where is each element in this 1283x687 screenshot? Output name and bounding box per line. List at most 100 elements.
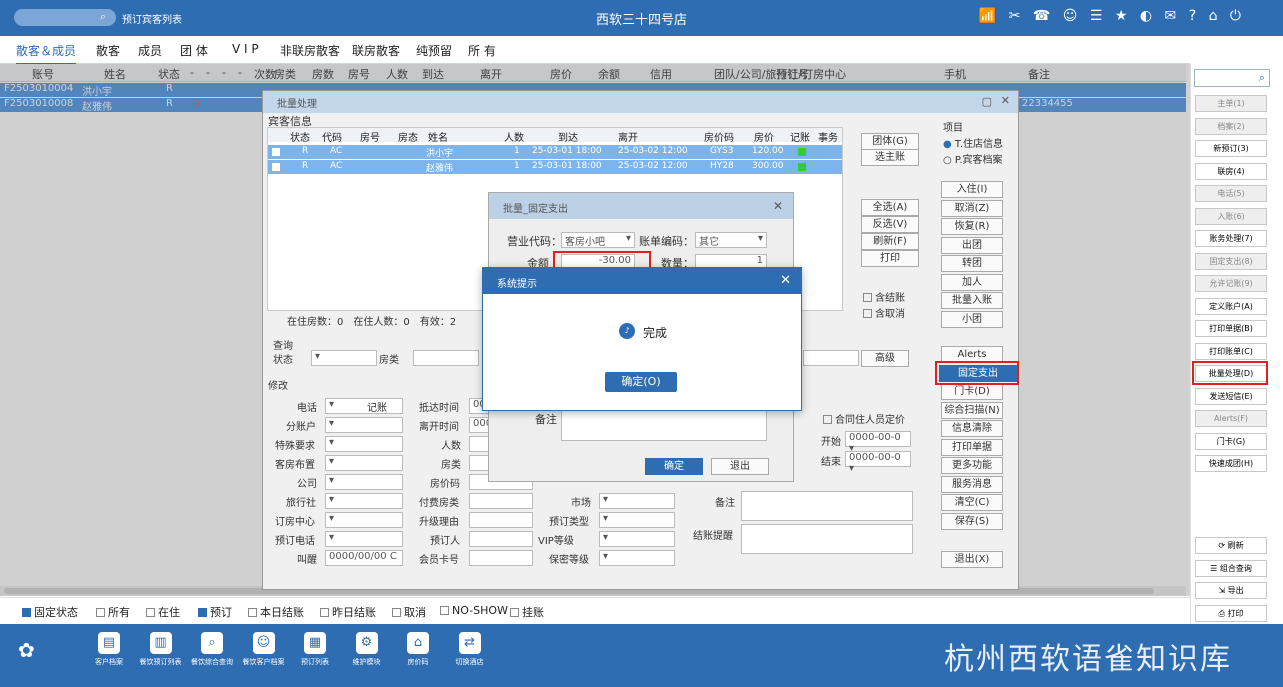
apps-grid-icon[interactable]: ✿ xyxy=(18,638,35,662)
modify-field-b[interactable] xyxy=(469,512,533,528)
modify-field-a[interactable]: ▾ xyxy=(325,531,403,547)
status-filter-7[interactable]: NO-SHOW xyxy=(440,604,508,617)
same-price-check[interactable]: 合同住人员定价 xyxy=(823,411,905,426)
status-filter-4[interactable]: 本日结账 xyxy=(248,604,304,620)
action-button-3[interactable]: 出团 xyxy=(941,236,1003,254)
inner-column-header[interactable]: 房价 xyxy=(754,129,774,144)
status-filter-3[interactable]: 预订 xyxy=(198,604,232,620)
inner-column-header[interactable]: 状态 xyxy=(290,129,310,144)
right-button-10[interactable]: 打印单据(B) xyxy=(1195,320,1267,337)
row-checkbox[interactable] xyxy=(272,163,280,171)
status-filter-5[interactable]: 昨日结账 xyxy=(320,604,376,620)
inner-column-header[interactable]: 人数 xyxy=(504,129,524,144)
status-filter-6[interactable]: 取消 xyxy=(392,604,426,620)
checkbox[interactable] xyxy=(320,608,329,617)
checkbox[interactable] xyxy=(96,608,105,617)
tab-4[interactable]: V I P xyxy=(232,42,259,56)
print-button[interactable]: 打印 xyxy=(861,250,919,267)
right-bottom-button-1[interactable]: ☰ 组合查询 xyxy=(1195,559,1267,577)
right-button-11[interactable]: 打印账单(C) xyxy=(1195,342,1267,360)
inner-column-header[interactable]: 代码 xyxy=(322,129,342,144)
inner-column-header[interactable]: 记账 xyxy=(790,129,810,144)
modify-field-a[interactable]: ▾ xyxy=(325,455,403,471)
inner-column-header[interactable]: 房号 xyxy=(360,129,380,144)
action-button-4[interactable]: 转团 xyxy=(941,255,1003,272)
inner-column-header[interactable]: 到达 xyxy=(558,129,578,144)
right-button-13[interactable]: 发送短信(E) xyxy=(1195,387,1267,405)
action2-button-7[interactable]: 服务消息 xyxy=(941,475,1003,493)
start-date[interactable]: 0000-00-0 ▾ xyxy=(845,431,911,454)
right-button-6[interactable]: 账务处理(7) xyxy=(1195,230,1267,247)
tab-1[interactable]: 散客 xyxy=(96,42,120,59)
action-button-5[interactable]: 加人 xyxy=(941,273,1003,291)
biz-code-select[interactable]: 客房小吧 ▾ xyxy=(561,232,635,248)
modify-field-b[interactable] xyxy=(469,550,533,566)
tab-2[interactable]: 成员 xyxy=(138,42,162,59)
toolbar-icons[interactable]: 📶 ✂ ☎ ☺ ☰ ★ ◐ ✉ ? ⌂ ⏻ xyxy=(979,8,1245,24)
tab-5[interactable]: 非联房散客 xyxy=(280,42,340,59)
action2-button-9[interactable]: 保存(S) xyxy=(941,512,1003,530)
status-filter-0[interactable]: 固定状态 xyxy=(22,604,78,620)
fixed-exit-button[interactable]: 退出 xyxy=(711,458,769,475)
status-filter-8[interactable]: 挂账 xyxy=(510,604,544,620)
close-icon[interactable]: ✕ xyxy=(1001,94,1010,107)
modify-field-a[interactable]: ▾ xyxy=(325,398,403,414)
group-button[interactable]: 团体(G) xyxy=(861,133,919,150)
row-checkbox[interactable] xyxy=(272,148,280,156)
tab-6[interactable]: 联房散客 xyxy=(352,42,400,59)
query-roomtype-select[interactable] xyxy=(413,350,479,366)
modify-field-b[interactable] xyxy=(469,493,533,509)
note-field[interactable] xyxy=(561,409,767,441)
include-cancel-check[interactable]: 含取消 xyxy=(863,305,905,320)
checkbox[interactable] xyxy=(198,608,207,617)
select-all-button[interactable]: 全选(A) xyxy=(861,199,919,216)
tab-8[interactable]: 所 有 xyxy=(468,42,496,59)
inner-column-header[interactable]: 姓名 xyxy=(428,129,448,144)
checkbox[interactable] xyxy=(146,608,155,617)
select-main-button[interactable]: 选主账 xyxy=(861,149,919,166)
tab-7[interactable]: 纯预留 xyxy=(416,42,452,59)
modify-field-d[interactable] xyxy=(741,491,913,521)
include-checkout-check[interactable]: 含结账 xyxy=(863,289,905,304)
refresh-button[interactable]: 刷新(F) xyxy=(861,233,919,250)
modify-field-a[interactable]: 0000/00/00 C xyxy=(325,550,403,566)
action-button-0[interactable]: 入住(I) xyxy=(941,181,1003,198)
action2-button-3[interactable]: 综合扫描(N) xyxy=(941,401,1003,419)
action-button-6[interactable]: 批量入账 xyxy=(941,292,1003,309)
end-date[interactable]: 0000-00-0 ▾ xyxy=(845,451,911,474)
action2-button-2[interactable]: 门卡(D) xyxy=(941,383,1003,400)
maximize-icon[interactable]: ▢ xyxy=(982,95,992,108)
right-search-input[interactable]: ⌕ xyxy=(1194,69,1270,87)
modify-field-a[interactable]: ▾ xyxy=(325,512,403,528)
right-button-15[interactable]: 门卡(G) xyxy=(1195,432,1267,450)
modify-field-c[interactable]: ▾ xyxy=(599,531,675,547)
checkbox[interactable] xyxy=(22,608,31,617)
invert-select-button[interactable]: 反选(V) xyxy=(861,216,919,233)
inner-column-header[interactable]: 房价码 xyxy=(704,129,734,144)
checkbox[interactable] xyxy=(248,608,257,617)
modify-field-c[interactable]: ▾ xyxy=(599,493,675,509)
right-bottom-button-0[interactable]: ⟳ 刷新 xyxy=(1195,537,1267,554)
right-bottom-button-2[interactable]: ⇲ 导出 xyxy=(1195,582,1267,599)
dock-item-7[interactable]: ⇄ 切换酒店 xyxy=(439,632,501,667)
action2-button-8[interactable]: 清空(C) xyxy=(941,494,1003,511)
modify-field-a[interactable]: ▾ xyxy=(325,474,403,490)
checkbox[interactable] xyxy=(440,606,449,615)
checkbox[interactable] xyxy=(392,608,401,617)
exit-button[interactable]: 退出(X) xyxy=(941,551,1003,568)
tab-0[interactable]: 散客＆成员 xyxy=(16,42,77,65)
action2-button-5[interactable]: 打印单据 xyxy=(941,438,1003,456)
right-button-3[interactable]: 联房(4) xyxy=(1195,162,1267,180)
checkbox[interactable] xyxy=(510,608,519,617)
query-status-select[interactable]: ▾ xyxy=(311,350,377,366)
inner-column-header[interactable]: 离开 xyxy=(618,129,638,144)
right-button-9[interactable]: 定义账户(A) xyxy=(1195,297,1267,315)
tab-3[interactable]: 团 体 xyxy=(180,42,208,59)
query-extra-field[interactable] xyxy=(803,350,859,366)
advanced-button[interactable]: 高级 xyxy=(861,350,909,367)
modify-field-c[interactable]: ▾ xyxy=(599,550,675,566)
confirm-button[interactable]: 确定 xyxy=(645,458,703,475)
bill-code-select[interactable]: 其它 ▾ xyxy=(695,232,767,248)
action-button-7[interactable]: 小团 xyxy=(941,310,1003,328)
modify-field-a[interactable]: ▾ xyxy=(325,436,403,452)
